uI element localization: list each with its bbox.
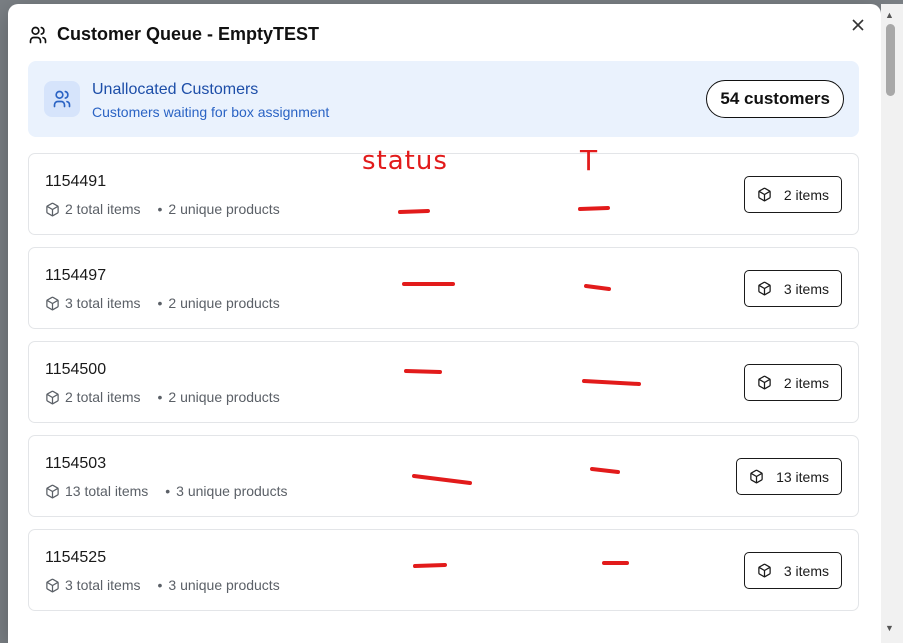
customer-meta: 3 total items • 2 unique products xyxy=(45,295,280,311)
unique-products: 2 unique products xyxy=(168,201,280,217)
package-icon xyxy=(757,563,772,578)
total-items: 13 total items xyxy=(65,483,149,499)
separator-dot: • xyxy=(157,577,163,593)
close-button[interactable] xyxy=(849,16,867,34)
package-icon xyxy=(45,390,60,405)
unique-products: 3 unique products xyxy=(168,577,280,593)
unique-products: 2 unique products xyxy=(168,295,280,311)
scroll-thumb[interactable] xyxy=(886,24,895,96)
customer-card[interactable]: 1154525 3 total items • 3 unique products 3 … xyxy=(28,529,859,611)
package-icon xyxy=(757,375,772,390)
items-button-label: 3 items xyxy=(783,280,829,297)
package-icon xyxy=(757,281,772,296)
scroll-up-arrow-icon[interactable]: ▲ xyxy=(885,10,894,20)
customer-id: 1154525 xyxy=(45,549,107,566)
package-icon xyxy=(45,296,60,311)
customer-meta: 2 total items • 2 unique products xyxy=(45,201,280,217)
total-items: 3 total items xyxy=(65,577,141,593)
unallocated-banner: Unallocated Customers Customers waiting … xyxy=(28,61,859,137)
annotation-t: T xyxy=(580,144,598,177)
separator-dot: • xyxy=(165,483,171,499)
unique-products: 2 unique products xyxy=(168,389,280,405)
modal-title: Customer Queue - EmptyTEST xyxy=(57,24,320,44)
items-button-label: 2 items xyxy=(783,186,829,203)
customer-meta: 3 total items • 3 unique products xyxy=(45,577,280,593)
package-icon xyxy=(45,202,60,217)
customer-count-badge: 54 customers xyxy=(706,80,844,118)
customer-list: 1154491 2 total items • 2 unique products 2 … xyxy=(28,153,859,623)
unique-products: 3 unique products xyxy=(176,483,288,499)
customer-card[interactable]: 1154503 13 total items • 3 unique products 1… xyxy=(28,435,859,517)
scroll-down-arrow-icon[interactable]: ▼ xyxy=(885,623,894,633)
items-button[interactable]: 3 items xyxy=(743,552,842,589)
customer-id: 1154503 xyxy=(45,455,107,472)
package-icon xyxy=(45,484,60,499)
items-button-label: 13 items xyxy=(776,468,829,485)
customer-card[interactable]: 1154497 3 total items • 2 unique products 3 … xyxy=(28,247,859,329)
users-icon xyxy=(29,26,47,43)
customer-id: 1154500 xyxy=(45,361,107,378)
separator-dot: • xyxy=(157,201,163,217)
separator-dot: • xyxy=(157,389,163,405)
separator-dot: • xyxy=(157,295,163,311)
customer-meta: 13 total items • 3 unique products xyxy=(45,483,287,499)
customer-id: 1154491 xyxy=(45,173,107,190)
customer-id: 1154497 xyxy=(45,267,107,284)
banner-subtitle: Customers waiting for box assignment xyxy=(92,104,330,120)
total-items: 3 total items xyxy=(65,295,141,311)
customer-card[interactable]: 1154500 2 total items • 2 unique products 2 … xyxy=(28,341,859,423)
banner-icon-box xyxy=(44,81,80,117)
package-icon xyxy=(45,578,60,593)
items-button[interactable]: 13 items xyxy=(736,458,842,495)
modal-header: Customer Queue - EmptyTEST xyxy=(28,24,319,45)
customer-queue-modal: Customer Queue - EmptyTEST Unallocated C… xyxy=(8,4,881,643)
annotation-status: status xyxy=(362,146,448,176)
users-icon xyxy=(53,90,71,108)
scrollbar[interactable]: ▲ ▼ xyxy=(881,4,903,643)
items-button-label: 2 items xyxy=(783,374,829,391)
package-icon xyxy=(757,187,772,202)
total-items: 2 total items xyxy=(65,201,141,217)
package-icon xyxy=(749,469,764,484)
items-button[interactable]: 2 items xyxy=(743,176,842,213)
close-icon xyxy=(852,19,864,31)
items-button[interactable]: 2 items xyxy=(743,364,842,401)
total-items: 2 total items xyxy=(65,389,141,405)
items-button[interactable]: 3 items xyxy=(743,270,842,307)
banner-title: Unallocated Customers xyxy=(92,81,259,98)
items-button-label: 3 items xyxy=(783,562,829,579)
customer-meta: 2 total items • 2 unique products xyxy=(45,389,280,405)
